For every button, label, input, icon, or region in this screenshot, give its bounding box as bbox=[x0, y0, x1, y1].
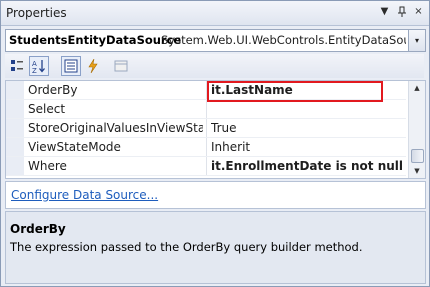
property-value-field[interactable]: it.LastName bbox=[211, 83, 406, 97]
scrollbar-thumb[interactable] bbox=[411, 149, 424, 163]
row-gutter bbox=[6, 81, 24, 99]
scroll-up-icon[interactable]: ▲ bbox=[409, 81, 425, 95]
row-gutter bbox=[6, 119, 24, 137]
vertical-scrollbar[interactable]: ▲ ▼ bbox=[408, 81, 425, 178]
pin-icon[interactable] bbox=[395, 5, 408, 19]
scroll-down-icon[interactable]: ▼ bbox=[409, 164, 425, 178]
property-pages-icon[interactable] bbox=[111, 56, 131, 76]
selected-object-name: StudentsEntityDataSource bbox=[9, 33, 182, 47]
selected-object-type: System.Web.UI.WebControls.EntityDataSour… bbox=[161, 33, 406, 47]
property-grid: OrderBy it.LastName Select StoreOriginal… bbox=[5, 80, 426, 179]
events-icon[interactable] bbox=[83, 56, 103, 76]
column-divider bbox=[206, 119, 207, 137]
properties-window: Properties ▼ × StudentsEntityDataSource … bbox=[0, 0, 430, 287]
column-divider bbox=[206, 138, 207, 156]
commands-pane: Configure Data Source... bbox=[5, 181, 426, 209]
property-row-orderby[interactable]: OrderBy it.LastName bbox=[6, 81, 406, 100]
alphabetical-icon[interactable]: AZ bbox=[29, 56, 49, 76]
row-gutter bbox=[6, 138, 24, 156]
column-divider bbox=[206, 157, 207, 175]
property-value-field[interactable]: Inherit bbox=[211, 140, 406, 154]
property-row-where[interactable]: Where it.EnrollmentDate is not null bbox=[6, 157, 406, 176]
title-bar-controls: ▼ × bbox=[378, 5, 425, 19]
property-row-viewstatemode[interactable]: ViewStateMode Inherit bbox=[6, 138, 406, 157]
property-name: StoreOriginalValuesInViewState bbox=[28, 121, 203, 135]
chevron-down-icon[interactable]: ▾ bbox=[408, 30, 425, 51]
description-title: OrderBy bbox=[10, 222, 66, 236]
object-selector-dropdown[interactable]: StudentsEntityDataSource System.Web.UI.W… bbox=[5, 29, 426, 52]
property-row-select[interactable]: Select bbox=[6, 100, 406, 119]
close-icon[interactable]: × bbox=[412, 5, 425, 19]
description-text: The expression passed to the OrderBy que… bbox=[10, 240, 363, 254]
row-gutter bbox=[6, 100, 24, 118]
description-pane: OrderBy The expression passed to the Ord… bbox=[5, 211, 426, 284]
property-value-field[interactable]: it.EnrollmentDate is not null bbox=[211, 159, 406, 173]
configure-data-source-link[interactable]: Configure Data Source... bbox=[11, 188, 158, 202]
column-divider bbox=[206, 81, 207, 99]
property-name: OrderBy bbox=[28, 83, 78, 97]
property-name: Select bbox=[28, 102, 66, 116]
properties-icon[interactable] bbox=[61, 56, 81, 76]
properties-toolbar: AZ bbox=[5, 54, 424, 78]
title-bar: Properties ▼ × bbox=[1, 1, 429, 26]
property-value-field[interactable]: True bbox=[211, 121, 406, 135]
window-title: Properties bbox=[6, 6, 67, 20]
row-gutter bbox=[6, 157, 24, 175]
svg-text:Z: Z bbox=[32, 67, 37, 73]
property-row-storeoriginalvaluesinviewstate[interactable]: StoreOriginalValuesInViewState True bbox=[6, 119, 406, 138]
column-divider bbox=[206, 100, 207, 118]
categorized-icon[interactable] bbox=[7, 56, 27, 76]
property-name: Where bbox=[28, 159, 67, 173]
dropdown-icon[interactable]: ▼ bbox=[378, 5, 391, 19]
property-name: ViewStateMode bbox=[28, 140, 121, 154]
